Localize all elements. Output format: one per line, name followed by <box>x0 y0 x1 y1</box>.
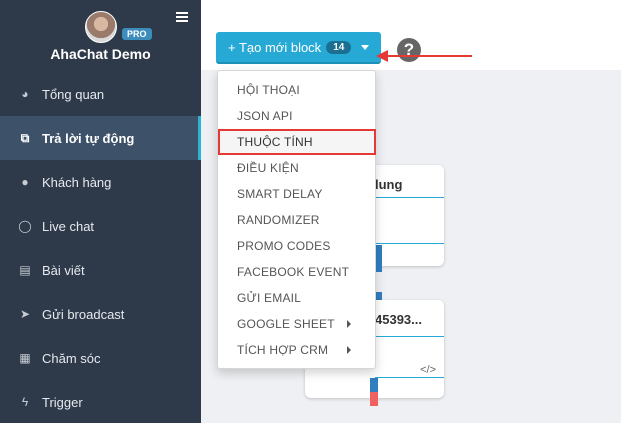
book-icon: ▤ <box>19 263 31 277</box>
dropdown-item[interactable]: ĐIỀU KIỆN <box>218 155 375 181</box>
create-block-label: + Tạo mới block <box>228 39 322 55</box>
caret-down-icon <box>361 44 370 50</box>
sidebar-item-label: Khách hàng <box>42 174 112 190</box>
dashboard-icon: ◕ <box>21 87 29 101</box>
dropdown-item-label: RANDOMIZER <box>237 213 320 227</box>
sitemap-icon: ⧉ <box>20 130 30 145</box>
calendar-icon: ▦ <box>19 351 31 365</box>
sidebar-item[interactable]: ➤ Gửi broadcast <box>0 292 201 336</box>
sidebar-item-label: Chăm sóc <box>42 350 101 366</box>
code-icon[interactable]: </> <box>420 364 436 376</box>
dropdown-item-label: HỘI THOẠI <box>237 83 300 97</box>
bolt-icon: ϟ <box>21 395 29 409</box>
dropdown-item[interactable]: THUỘC TÍNH <box>218 129 376 155</box>
paper-plane-icon: ➤ <box>19 307 31 321</box>
sidebar-item[interactable]: ▦ Chăm sóc <box>0 336 201 380</box>
sidebar-item-label: Trigger <box>42 394 83 410</box>
annotation-arrow-line <box>386 55 472 57</box>
sidebar-item[interactable]: ▤ Bài viết <box>0 248 201 292</box>
hamburger-menu-icon[interactable] <box>176 12 188 22</box>
sidebar-item[interactable]: ⧉ Trả lời tự động <box>0 116 201 160</box>
dropdown-item-label: GỬI EMAIL <box>237 291 302 305</box>
divider <box>375 377 444 378</box>
dropdown-item[interactable]: PROMO CODES <box>218 233 375 259</box>
dropdown-item[interactable]: JSON API <box>218 103 375 129</box>
sidebar-item-label: Bài viết <box>42 262 85 278</box>
dropdown-item-label: ĐIỀU KIỆN <box>237 161 299 175</box>
block-count-badge: 14 <box>326 40 352 54</box>
connector-line <box>370 378 378 392</box>
user-icon: ● <box>21 175 29 189</box>
pro-badge: PRO <box>122 28 152 40</box>
dropdown-item[interactable]: TÍCH HỢP CRM <box>218 337 375 363</box>
dropdown-item[interactable]: GOOGLE SHEET <box>218 311 375 337</box>
dropdown-item-label: GOOGLE SHEET <box>237 317 335 331</box>
divider <box>375 336 444 337</box>
dropdown-item[interactable]: SMART DELAY <box>218 181 375 207</box>
block-title: lung <box>375 177 403 192</box>
sidebar-item-label: Trả lời tự động <box>42 130 135 146</box>
sidebar-item[interactable]: ● Khách hàng <box>0 160 201 204</box>
app-name: AhaChat Demo <box>50 46 151 62</box>
sidebar-item-label: Tổng quan <box>42 86 105 102</box>
sidebar-item[interactable]: ◕ Tổng quan <box>0 72 201 116</box>
create-block-dropdown: HỘI THOẠI JSON API THUỘC TÍNH ĐIỀU KIỆN SMAR… <box>217 70 376 369</box>
dropdown-item-label: JSON API <box>237 109 293 123</box>
dropdown-item-label: SMART DELAY <box>237 187 323 201</box>
profile-header: PRO AhaChat Demo <box>0 0 201 74</box>
sidebar-item-label: Gửi broadcast <box>42 306 125 322</box>
avatar[interactable] <box>85 11 117 43</box>
dropdown-item-label: TÍCH HỢP CRM <box>237 343 329 357</box>
create-block-button[interactable]: + Tạo mới block 14 <box>216 32 381 64</box>
dropdown-item-label: PROMO CODES <box>237 239 331 253</box>
dropdown-item[interactable]: GỬI EMAIL <box>218 285 375 311</box>
divider <box>375 243 444 244</box>
chevron-right-icon <box>347 320 351 328</box>
help-icon[interactable]: ? <box>397 38 421 62</box>
dropdown-item[interactable]: HỘI THOẠI <box>218 77 375 103</box>
dropdown-item[interactable]: RANDOMIZER <box>218 207 375 233</box>
annotation-arrow-icon <box>376 50 388 62</box>
dropdown-item[interactable]: FACEBOOK EVENT <box>218 259 375 285</box>
sidebar-item[interactable]: ϟ Trigger <box>0 380 201 423</box>
chat-bubble-icon: ◯ <box>18 219 32 233</box>
sidebar-item[interactable]: ◯ Live chat <box>0 204 201 248</box>
dropdown-item-label: THUỘC TÍNH <box>237 135 313 149</box>
chevron-right-icon <box>347 346 351 354</box>
dropdown-item-label: FACEBOOK EVENT <box>237 265 350 279</box>
block-title: 45393... <box>375 312 422 327</box>
divider <box>375 197 444 198</box>
sidebar-item-label: Live chat <box>42 218 95 234</box>
sidebar: PRO AhaChat Demo ◕ Tổng quan ⧉ Trả lời tự đ… <box>0 0 201 423</box>
connector-line <box>370 392 378 406</box>
